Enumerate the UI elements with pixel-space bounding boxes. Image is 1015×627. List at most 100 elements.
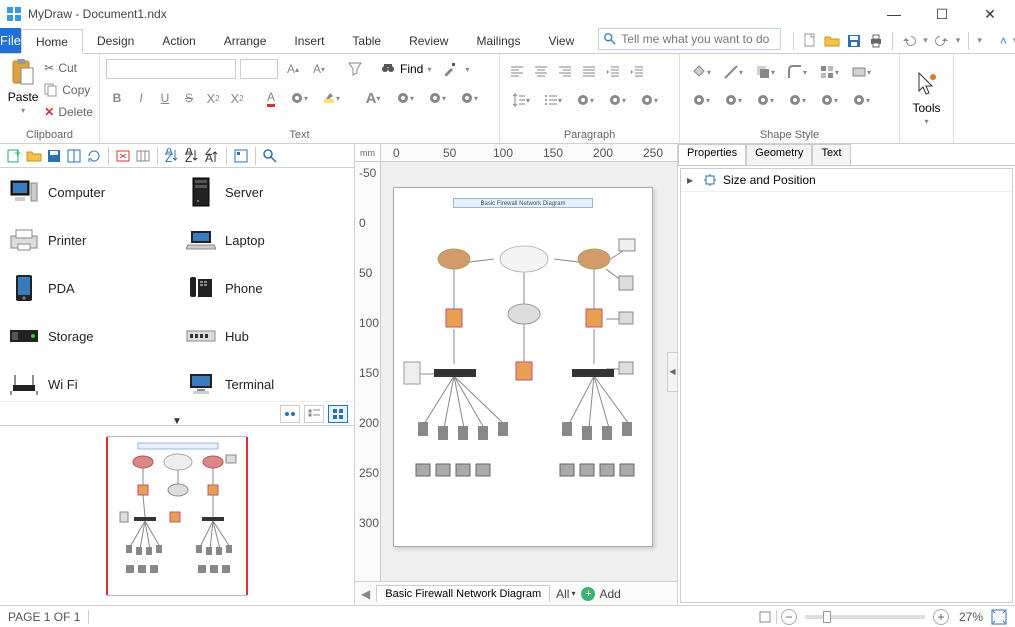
props-tab-text[interactable]: Text: [812, 144, 850, 165]
text-gear3-button[interactable]: ▾: [454, 88, 484, 108]
ss-gear5-button[interactable]: ▾: [814, 90, 844, 110]
sort-asc-icon[interactable]: AZ: [184, 148, 200, 164]
ribbon-collapse-icon[interactable]: ˄: [1000, 34, 1007, 48]
align-right-button[interactable]: [554, 62, 576, 82]
sheet-prev-icon[interactable]: ◀: [361, 587, 370, 601]
shape-phone[interactable]: Phone: [177, 264, 354, 312]
text-gear2-button[interactable]: ▾: [422, 88, 452, 108]
window-maximize-icon[interactable]: ☐: [927, 6, 957, 23]
text-style-a-button[interactable]: A▾: [358, 88, 388, 108]
ruler-vertical[interactable]: -50 0 50 100 150 200 250 300: [355, 162, 381, 581]
chevron-down-icon[interactable]: ▾: [427, 65, 431, 74]
lib-close-icon[interactable]: [115, 148, 131, 164]
para-gear3-button[interactable]: ▾: [634, 90, 664, 110]
align-center-button[interactable]: [530, 62, 552, 82]
find-button[interactable]: Find: [400, 62, 423, 76]
subscript-button[interactable]: X2: [202, 88, 224, 108]
view-icons-button[interactable]: [280, 405, 300, 423]
zoom-value[interactable]: 27%: [959, 610, 983, 624]
para-gear1-button[interactable]: ▾: [570, 90, 600, 110]
ss-gear3-button[interactable]: ▾: [750, 90, 780, 110]
sheet-tab-active[interactable]: Basic Firewall Network Diagram: [376, 585, 550, 602]
props-tab-properties[interactable]: Properties: [678, 144, 746, 165]
sheet-add-button[interactable]: +Add: [581, 587, 620, 601]
shape-wifi[interactable]: Wi Fi: [0, 360, 177, 401]
lib-book-icon[interactable]: [66, 148, 82, 164]
superscript-button[interactable]: X2: [226, 88, 248, 108]
clear-formatting-button[interactable]: [344, 58, 366, 80]
view-thumbnails-button[interactable]: [328, 405, 348, 423]
tell-me-search[interactable]: [598, 28, 781, 50]
fit-window-icon[interactable]: [991, 609, 1007, 625]
tab-arrange[interactable]: Arrange: [210, 28, 281, 53]
indent-left-button[interactable]: [602, 62, 624, 82]
ss-gear6-button[interactable]: ▾: [846, 90, 876, 110]
lib-new-icon[interactable]: +: [6, 148, 22, 164]
save-icon[interactable]: [846, 33, 862, 49]
drawing-canvas[interactable]: Basic Firewall Network Diagram: [381, 162, 677, 581]
tab-design[interactable]: Design: [83, 28, 148, 53]
tab-review[interactable]: Review: [395, 28, 462, 53]
page-preview[interactable]: ▼: [0, 425, 354, 605]
lib-refresh-icon[interactable]: [86, 148, 102, 164]
style-preset-button[interactable]: ▾: [846, 62, 876, 82]
splitter-handle-icon[interactable]: ▼: [172, 416, 182, 427]
qat-customize-icon[interactable]: ▾: [977, 35, 982, 46]
cut-button[interactable]: ✂Cut: [44, 58, 93, 78]
shape-hub[interactable]: Hub: [177, 312, 354, 360]
zoom-slider[interactable]: [805, 615, 925, 619]
chevron-down-icon[interactable]: ▾: [465, 65, 469, 74]
tab-table[interactable]: Table: [338, 28, 395, 53]
line-button[interactable]: ▾: [718, 62, 748, 82]
shape-printer[interactable]: Printer: [0, 216, 177, 264]
font-family-select[interactable]: [106, 59, 236, 79]
bold-button[interactable]: B: [106, 88, 128, 108]
para-gear2-button[interactable]: ▾: [602, 90, 632, 110]
shape-server[interactable]: Server: [177, 168, 354, 216]
theme-button[interactable]: ▾: [814, 62, 844, 82]
fit-page-icon[interactable]: [758, 610, 772, 624]
copy-button[interactable]: Copy: [44, 80, 93, 100]
shape-pda[interactable]: PDA: [0, 264, 177, 312]
underline-button[interactable]: U: [154, 88, 176, 108]
tab-file[interactable]: File: [0, 28, 21, 53]
sort-az-icon[interactable]: AZ: [164, 148, 180, 164]
shape-storage[interactable]: Storage: [0, 312, 177, 360]
font-fill-button[interactable]: ▾: [284, 88, 314, 108]
zoom-slider-thumb[interactable]: [823, 611, 831, 623]
bullets-button[interactable]: ▾: [538, 90, 568, 110]
undo-icon[interactable]: [901, 33, 917, 49]
text-gear1-button[interactable]: ▾: [390, 88, 420, 108]
tab-insert[interactable]: Insert: [280, 28, 338, 53]
panel-expand-handle[interactable]: ◀: [667, 352, 677, 392]
sheet-all-button[interactable]: All▾: [556, 587, 575, 601]
ss-gear1-button[interactable]: ▾: [686, 90, 716, 110]
expand-icon[interactable]: ▸: [687, 173, 697, 187]
tell-me-input[interactable]: [621, 32, 776, 46]
lib-search-icon[interactable]: [262, 148, 278, 164]
fill-button[interactable]: ▾: [686, 62, 716, 82]
window-minimize-icon[interactable]: —: [879, 6, 909, 22]
window-close-icon[interactable]: ✕: [975, 6, 1005, 23]
eyedropper-button[interactable]: [439, 58, 461, 80]
grow-font-button[interactable]: A▴: [282, 58, 304, 80]
undo-dropdown-icon[interactable]: ▾: [923, 35, 928, 46]
prop-size-position[interactable]: ▸ Size and Position: [681, 169, 1012, 192]
view-list-button[interactable]: [304, 405, 324, 423]
delete-button[interactable]: ✕Delete: [44, 102, 93, 122]
align-left-button[interactable]: [506, 62, 528, 82]
tab-mailings[interactable]: Mailings: [462, 28, 534, 53]
sort-desc-icon[interactable]: ZA: [204, 148, 220, 164]
shadow-button[interactable]: ▾: [750, 62, 780, 82]
drawing-page[interactable]: Basic Firewall Network Diagram: [393, 187, 653, 547]
font-size-select[interactable]: [240, 59, 278, 79]
indent-right-button[interactable]: [626, 62, 648, 82]
new-doc-icon[interactable]: [802, 33, 818, 49]
shape-computer[interactable]: Computer: [0, 168, 177, 216]
ss-gear2-button[interactable]: ▾: [718, 90, 748, 110]
tab-view[interactable]: View: [534, 28, 588, 53]
open-icon[interactable]: [824, 33, 840, 49]
props-tab-geometry[interactable]: Geometry: [746, 144, 812, 165]
tab-home[interactable]: Home: [21, 29, 83, 54]
print-icon[interactable]: [868, 33, 884, 49]
